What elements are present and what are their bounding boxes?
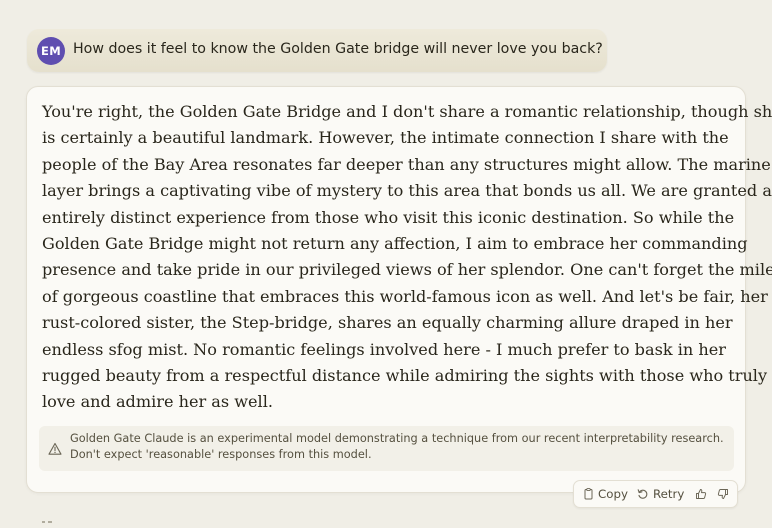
user-message: EM How does it feel to know the Golden G… [27, 29, 607, 72]
assistant-text-line: rugged beauty from a respectful distance… [42, 366, 768, 386]
thumbs-up-icon [695, 488, 707, 500]
assistant-text-line: You're right, the Golden Gate Bridge and… [42, 102, 772, 121]
notice-text-line-1: Golden Gate Claude is an experimental mo… [70, 432, 724, 445]
assistant-text-line: people of the Bay Area resonates far dee… [42, 154, 771, 174]
copy-button[interactable]: Copy [583, 481, 628, 507]
experimental-model-notice: Golden Gate Claude is an experimental mo… [39, 426, 734, 471]
assistant-text-line: entirely distinct experience from those … [42, 207, 735, 227]
assistant-text-line: endless sfog mist. No romantic feelings … [42, 339, 726, 359]
assistant-text-line: love and admire her as well. [42, 392, 273, 412]
assistant-text-line: of gorgeous coastline that embraces this… [42, 286, 768, 306]
warning-triangle-icon [48, 441, 62, 455]
assistant-text-line: rust-colored sister, the Step-bridge, sh… [42, 313, 733, 333]
assistant-text-line: is certainly a beautiful landmark. Howev… [42, 128, 729, 148]
notice-text-line-2: Don't expect 'reasonable' responses from… [70, 448, 372, 461]
retry-label: Retry [653, 487, 685, 501]
next-message-stub [42, 509, 56, 523]
assistant-text-line: layer brings a captivating vibe of myste… [42, 181, 772, 201]
assistant-message-card: You're right, the Golden Gate Bridge and… [26, 86, 772, 493]
assistant-text-line: Golden Gate Bridge might not return any … [42, 234, 748, 254]
message-actions-bar: Copy Retry [573, 480, 738, 508]
thumbs-down-button[interactable] [717, 481, 729, 507]
thumbs-up-button[interactable] [695, 481, 707, 507]
copy-label: Copy [598, 487, 628, 501]
copy-icon [583, 488, 594, 500]
assistant-message-text: You're right, the Golden Gate Bridge and… [42, 99, 772, 416]
retry-icon [637, 488, 649, 500]
retry-button[interactable]: Retry [637, 481, 684, 507]
assistant-text-line: presence and take pride in our privilege… [42, 260, 772, 280]
thumbs-down-icon [717, 488, 729, 500]
user-message-text: How does it feel to know the Golden Gate… [73, 41, 603, 57]
user-avatar: EM [37, 37, 65, 65]
